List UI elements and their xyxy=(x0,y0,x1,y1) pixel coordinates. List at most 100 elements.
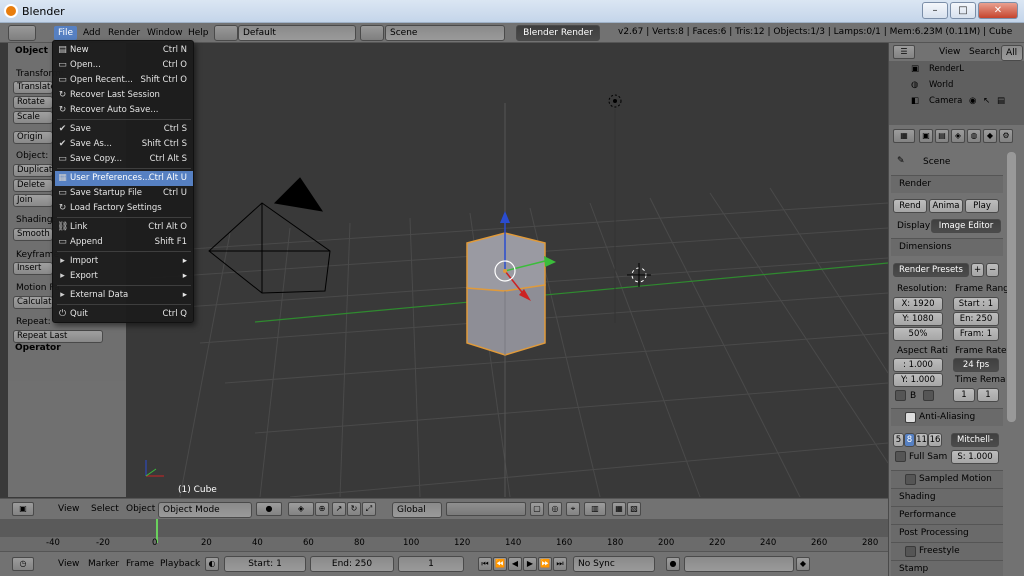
layer-lock-icon[interactable]: ▢ xyxy=(530,502,544,516)
menu-item-load-factory[interactable]: ↻ Load Factory Settings xyxy=(55,201,193,216)
frame-start-field[interactable]: Start : 1 xyxy=(953,297,999,311)
object-tools-header[interactable]: Object xyxy=(15,46,48,56)
menu-object[interactable]: Object xyxy=(126,504,155,514)
end-frame-field[interactable]: End: 250 xyxy=(310,556,394,572)
remove-preset-button[interactable]: − xyxy=(986,263,999,277)
editor-type-button[interactable] xyxy=(8,25,36,41)
render-visibility-icon[interactable]: ▤ xyxy=(997,96,1005,106)
menu-item-open-recent[interactable]: ▭ Open Recent... Shift Ctrl O xyxy=(55,73,193,88)
snap-toggle-icon[interactable]: ⌖ xyxy=(566,502,580,516)
fps-select[interactable]: 24 fps xyxy=(953,358,999,372)
menu-item-recover-last[interactable]: ↻ Recover Last Session xyxy=(55,88,193,103)
tab-world-icon[interactable]: ◍ xyxy=(967,129,981,143)
proportional-edit-icon[interactable]: ◎ xyxy=(548,502,562,516)
rotate-manipulator-icon[interactable]: ↻ xyxy=(347,502,361,516)
menu-item-save-as[interactable]: ✔ Save As... Shift Ctrl S xyxy=(55,137,193,152)
translate-manipulator-icon[interactable]: ↗ xyxy=(332,502,346,516)
minimize-button[interactable]: – xyxy=(922,2,948,19)
duplicate-button[interactable]: Duplicate xyxy=(13,164,53,177)
time-remap-old-field[interactable]: 1 xyxy=(953,388,975,402)
translate-button[interactable]: Translate xyxy=(13,81,53,94)
menu-help[interactable]: Help xyxy=(184,26,213,40)
post-processing-panel-header[interactable]: Post Processing xyxy=(891,524,1003,542)
menu-item-save[interactable]: ✔ Save Ctrl S xyxy=(55,122,193,137)
snap-element-icon[interactable]: ▥ xyxy=(584,502,606,516)
editor-type-3d-icon[interactable]: ▣ xyxy=(12,502,34,516)
preview-range-icon[interactable]: ◐ xyxy=(205,557,219,571)
menu-item-export[interactable]: ▸ Export ▸ xyxy=(55,269,193,284)
frame-end-field[interactable]: En: 250 xyxy=(953,312,999,326)
play-button[interactable]: Play xyxy=(965,199,999,213)
timeline-menu-playback[interactable]: Playback xyxy=(160,559,200,569)
outliner-menu-search[interactable]: Search xyxy=(969,47,1000,57)
resolution-percent-field[interactable]: 50% xyxy=(893,327,943,341)
operator-panel-header[interactable]: Operator xyxy=(15,343,61,353)
outliner-item-camera[interactable]: ◧ Camera ◉ ↖ ▤ xyxy=(889,96,1019,111)
render-still-icon[interactable]: ▦ xyxy=(612,502,626,516)
layers-grid[interactable] xyxy=(446,502,526,516)
render-button[interactable]: Rend xyxy=(893,199,927,213)
maximize-button[interactable]: □ xyxy=(950,2,976,19)
play-icon[interactable]: ▶ xyxy=(523,557,537,571)
outliner-menu-view[interactable]: View xyxy=(939,47,960,57)
editor-type-outliner-icon[interactable]: ☰ xyxy=(893,45,915,59)
screen-layout-icon[interactable] xyxy=(214,25,238,41)
motion-blur-checkbox[interactable] xyxy=(905,474,916,485)
mode-select[interactable]: Object Mode xyxy=(158,502,252,518)
eye-icon[interactable]: ◉ xyxy=(969,96,976,106)
join-button[interactable]: Join xyxy=(13,194,53,207)
origin-button[interactable]: Origin xyxy=(13,131,53,144)
resolution-x-field[interactable]: X: 1920 xyxy=(893,297,943,311)
prev-keyframe-icon[interactable]: ⏪ xyxy=(493,557,507,571)
insert-keyframe-button[interactable]: Insert xyxy=(13,262,53,275)
keying-set-field[interactable] xyxy=(684,556,794,572)
play-reverse-icon[interactable]: ◀ xyxy=(508,557,522,571)
time-remap-new-field[interactable]: 1 xyxy=(977,388,999,402)
next-keyframe-icon[interactable]: ⏩ xyxy=(538,557,552,571)
add-preset-button[interactable]: + xyxy=(971,263,984,277)
crop-checkbox[interactable] xyxy=(923,390,934,401)
full-sample-checkbox[interactable] xyxy=(895,451,906,462)
scale-manipulator-icon[interactable]: ⤢ xyxy=(362,502,376,516)
aa-samples-8[interactable]: 8 xyxy=(904,433,915,447)
scene-icon[interactable] xyxy=(360,25,384,41)
render-presets-select[interactable]: Render Presets xyxy=(893,263,969,277)
properties-scrollbar[interactable] xyxy=(1007,152,1016,422)
orientation-select[interactable]: Global xyxy=(392,502,442,518)
tab-layers-icon[interactable]: ▤ xyxy=(935,129,949,143)
jump-start-icon[interactable]: ⏮ xyxy=(478,557,492,571)
menu-add[interactable]: Add xyxy=(79,26,104,40)
menu-window[interactable]: Window xyxy=(143,26,187,40)
outliner-item-world[interactable]: ◍ World xyxy=(889,80,1019,95)
menu-select[interactable]: Select xyxy=(91,504,119,514)
camera-object[interactable] xyxy=(208,177,331,294)
render-engine-select[interactable]: Blender Render xyxy=(516,25,600,41)
menu-render[interactable]: Render xyxy=(104,26,144,40)
menu-item-save-copy[interactable]: ▭ Save Copy... Ctrl Alt S xyxy=(55,152,193,167)
timeline-ruler[interactable] xyxy=(0,537,888,551)
start-frame-field[interactable]: Start: 1 xyxy=(224,556,306,572)
jump-end-icon[interactable]: ⏭ xyxy=(553,557,567,571)
menu-item-external-data[interactable]: ▸ External Data ▸ xyxy=(55,288,193,303)
record-icon[interactable]: ● xyxy=(666,557,680,571)
timeline-menu-view[interactable]: View xyxy=(58,559,79,569)
menu-item-append[interactable]: ▭ Append Shift F1 xyxy=(55,235,193,250)
render-anim-icon[interactable]: ▧ xyxy=(627,502,641,516)
close-button[interactable]: ✕ xyxy=(978,2,1018,19)
menu-item-quit[interactable]: ⏻ Quit Ctrl Q xyxy=(55,307,193,322)
border-checkbox[interactable] xyxy=(895,390,906,401)
insert-keyframe-icon[interactable]: ◆ xyxy=(796,557,810,571)
outliner-tree[interactable]: ▣ RenderL ◍ World ◧ Camera ◉ ↖ ▤ xyxy=(889,61,1024,125)
cube-object[interactable] xyxy=(466,231,546,356)
aa-filter-select[interactable]: Mitchell- xyxy=(951,433,999,447)
current-frame-field[interactable]: 1 xyxy=(398,556,464,572)
cursor-select-icon[interactable]: ↖ xyxy=(983,96,990,106)
menu-item-open[interactable]: ▭ Open... Ctrl O xyxy=(55,58,193,73)
frame-step-field[interactable]: Fram: 1 xyxy=(953,327,999,341)
dimensions-panel-header[interactable]: Dimensions xyxy=(891,238,1003,256)
menu-view[interactable]: View xyxy=(58,504,79,514)
filter-size-field[interactable]: S: 1.000 xyxy=(951,450,999,464)
screen-layout-field[interactable]: Default xyxy=(238,25,356,41)
menu-item-link[interactable]: ⛓ Link Ctrl Alt O xyxy=(55,220,193,235)
sync-mode-select[interactable]: No Sync xyxy=(573,556,655,572)
